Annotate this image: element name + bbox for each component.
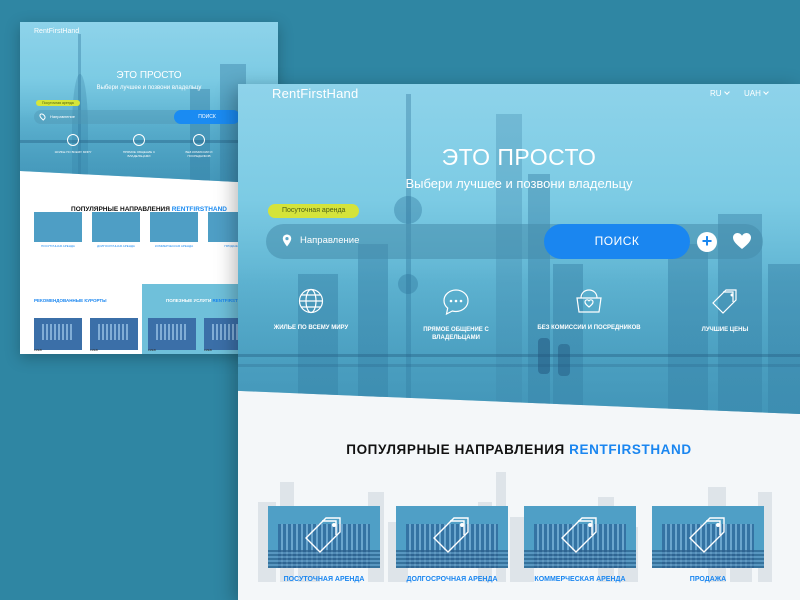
search-button[interactable]: ПОИСК [544, 224, 690, 259]
card-label-commercial-rent[interactable]: КОММЕРЧЕСКАЯ АРЕНДА [524, 576, 636, 583]
small-card-label: КОММЕРЧЕСКАЯ АРЕНДА [154, 244, 194, 248]
globe-icon [67, 134, 79, 146]
small-hero-title: ЭТО ПРОСТО [116, 70, 182, 81]
small-card-commercial[interactable] [150, 212, 198, 242]
price-tag-icon [689, 517, 725, 553]
chat-icon [133, 134, 145, 146]
location-pin-icon [38, 112, 47, 121]
feature-label: ЛУЧШИЕ ЦЕНЫ [701, 327, 749, 333]
small-hotel-card[interactable] [148, 318, 196, 350]
feature-best-price: ЛУЧШИЕ ЦЕНЫ [670, 288, 780, 334]
chevron-down-icon [723, 89, 730, 95]
chevron-down-icon [763, 89, 769, 95]
logo[interactable]: RentFirstHand [272, 86, 358, 101]
small-card-label: ПОСУТОЧНАЯ АРЕНДА [41, 244, 75, 248]
price-tag-icon [433, 517, 469, 553]
feature-worldwide: ЖИЛЬЕ ПО ВСЕМУ МИРУ [256, 288, 366, 332]
card-long-term-rent[interactable] [396, 506, 508, 568]
price-tag-icon [561, 517, 597, 553]
small-card-daily[interactable] [34, 212, 82, 242]
small-hotel-label: КИЕВ [34, 348, 42, 352]
price-tag-icon [712, 289, 737, 314]
small-feature-worldwide: ЖИЛЬЕ ПО ВСЕМУ МИРУ [48, 134, 98, 154]
card-label-long-term-rent[interactable]: ДОЛГОСРОЧНАЯ АРЕНДА [396, 576, 508, 583]
globe-icon [298, 288, 324, 314]
language-selector[interactable]: RU [710, 89, 730, 98]
feature-no-commission: БЕЗ КОМИССИИ И ПОСРЕДНИКОВ [534, 288, 644, 332]
popular-directions-title: ПОПУЛЯРНЫЕ НАПРАВЛЕНИЯ RENTFIRSTHAND [346, 442, 692, 457]
hero-section: RentFirstHand RU UAH ЭТО ПРОСТО Выбери л… [238, 84, 800, 414]
card-label-daily-rent[interactable]: ПОСУТОЧНАЯ АРЕНДА [268, 576, 380, 583]
chat-icon [443, 289, 469, 316]
feature-label: ПРЯМОЕ ОБЩЕНИЕ С ВЛАДЕЛЬЦАМИ [423, 327, 489, 342]
destination-input[interactable]: Направление [300, 235, 359, 246]
rent-type-tag[interactable]: Посуточная аренда [268, 204, 360, 218]
feature-label: БЕЗ КОМИССИИ И ПОСРЕДНИКОВ [537, 325, 641, 331]
search-bar: Направление ПОИСК + [266, 224, 763, 259]
small-feature-no-commission: БЕЗ КОМИССИИ И ПОСРЕДНИКОВ [174, 134, 224, 158]
small-hotel-card[interactable] [90, 318, 138, 350]
feature-direct-chat: ПРЯМОЕ ОБЩЕНИЕ С ВЛАДЕЛЬЦАМИ [401, 288, 511, 342]
main-page-mockup: RentFirstHand RU UAH ЭТО ПРОСТО Выбери л… [238, 84, 800, 600]
small-hotel-label: КИЕВ [90, 348, 98, 352]
small-destination-input[interactable]: Направление [50, 114, 75, 119]
small-resorts-title: РЕКОМЕНДОВАННЫЕ КУРОРТЫ [34, 298, 107, 303]
hero-title: ЭТО ПРОСТО [441, 144, 597, 170]
plus-button[interactable]: + [697, 232, 717, 252]
hero-subtitle: Выбери лучшее и позвони владельцу [405, 176, 633, 191]
card-sale[interactable] [652, 506, 764, 568]
card-commercial-rent[interactable] [524, 506, 636, 568]
wallet-icon [193, 134, 205, 146]
small-hotel-label: КИЕВ [148, 348, 156, 352]
feature-label: ЖИЛЬЕ ПО ВСЕМУ МИРУ [273, 325, 349, 331]
small-search-button[interactable]: ПОИСК [174, 110, 240, 124]
currency-selector[interactable]: UAH [744, 89, 769, 98]
wallet-icon [576, 289, 602, 313]
small-search-bar: Направление ПОИСК + [34, 110, 254, 124]
heart-icon[interactable] [732, 232, 752, 250]
small-rent-type-tag[interactable]: Посуточная аренда [36, 100, 80, 106]
card-label-sale[interactable]: ПРОДАЖА [652, 576, 764, 583]
small-hotel-card[interactable] [34, 318, 82, 350]
small-card-longterm[interactable] [92, 212, 140, 242]
location-pin-icon [282, 234, 292, 247]
price-tag-icon [305, 517, 341, 553]
small-feature-chat: ПРЯМОЕ ОБЩЕНИЕ С ВЛАДЕЛЬЦАМИ [114, 134, 164, 158]
card-daily-rent[interactable] [268, 506, 380, 568]
small-logo[interactable]: RentFirstHand [34, 28, 79, 35]
small-card-label: ДОЛГОСРОЧНАЯ АРЕНДА [97, 244, 135, 248]
